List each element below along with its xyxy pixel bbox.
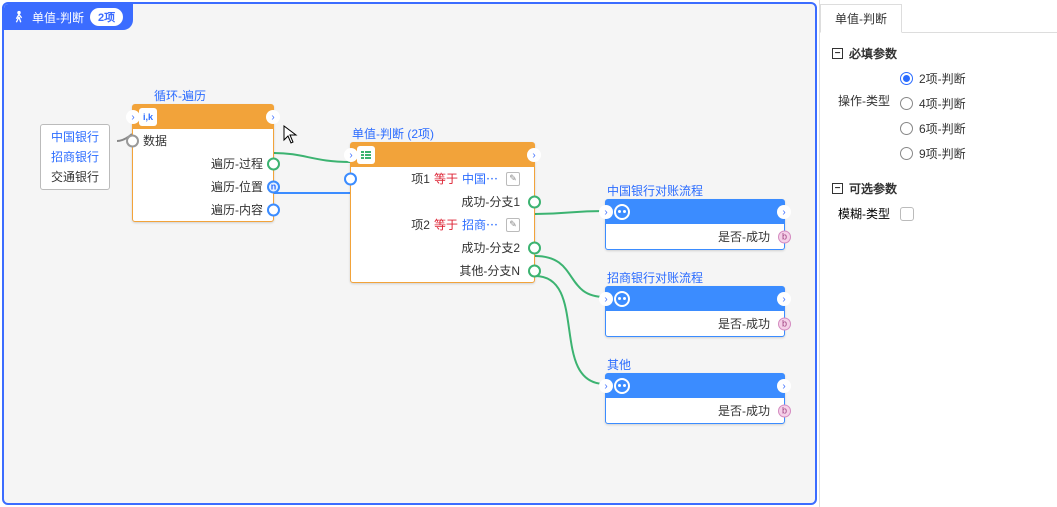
radio-dot-icon [900,122,913,135]
radio-4-items[interactable]: 4项-判断 [900,95,966,112]
value-in-port[interactable] [344,172,357,185]
flow-in-port[interactable]: › [126,110,140,124]
radio-6-items[interactable]: 6项-判断 [900,120,966,137]
group-header-optional[interactable]: − 可选参数 [832,180,1045,197]
flow-out-port[interactable]: › [777,379,791,393]
flow-node-header[interactable]: › › [606,200,784,224]
judge-node-label: 单值-判断 (2项) [352,125,434,142]
panel-tabs: 单值-判断 [820,4,1057,33]
flow-node-header[interactable]: › › [606,287,784,311]
content-out-port[interactable] [267,203,280,216]
list-item[interactable]: 交通银行 [41,167,109,187]
position-out-port[interactable]: n [267,180,280,193]
edit-icon[interactable]: ✎ [506,218,520,232]
loop-position-row: 遍历-位置 n [133,175,273,198]
data-in-port[interactable] [126,134,139,147]
flow-icon [614,204,630,220]
group-header-required[interactable]: − 必填参数 [832,45,1045,62]
judge-icon [357,146,375,164]
fuzzy-checkbox[interactable] [900,207,914,221]
flow-in-port[interactable]: › [599,379,613,393]
flow-in-port[interactable]: › [344,148,358,162]
radio-dot-icon [900,72,913,85]
loop-data-row: 数据 [133,129,273,152]
flow-result-row: 是否-成功 b [606,398,784,423]
loop-icon: i,k [139,108,157,126]
canvas-container[interactable]: 单值-判断 2项 中国银行 招商银行 交通银行 循环-遍历 [2,2,817,505]
loop-node[interactable]: › i,k › 数据 遍历-过程 遍历-位置 n [132,104,274,222]
op-type-label: 操作-类型 [838,70,890,162]
walk-icon [12,10,26,24]
radio-2-items[interactable]: 2项-判断 [900,70,966,87]
canvas-badge: 2项 [90,8,123,26]
radio-dot-icon [900,147,913,160]
loop-node-header[interactable]: › i,k › [133,105,273,129]
bool-out-port[interactable]: b [778,404,791,417]
required-params-group: − 必填参数 操作-类型 2项-判断 4项-判断 6项-判断 9项-判断 [820,33,1057,168]
judge-node[interactable]: › › 项1 等于 中国⋯ ✎ 成功-分支1 [350,142,535,283]
process-out-port[interactable] [267,157,280,170]
flow-node[interactable]: › › 是否-成功 b [605,199,785,250]
flow-node-header[interactable]: › › [606,374,784,398]
canvas-header: 单值-判断 2项 [4,4,133,30]
fuzzy-type-row: 模糊-类型 [832,201,1045,222]
flow-node[interactable]: › › 是否-成功 b [605,286,785,337]
flow-icon [614,291,630,307]
fuzzy-type-label: 模糊-类型 [838,205,890,222]
flow-out-port[interactable]: › [777,205,791,219]
judge-branch-row: 其他-分支N [351,259,534,282]
bool-out-port[interactable]: b [778,230,791,243]
loop-content-row: 遍历-内容 [133,198,273,221]
flow-in-port[interactable]: › [599,292,613,306]
flow-in-port[interactable]: › [599,205,613,219]
radio-9-items[interactable]: 9项-判断 [900,145,966,162]
canvas-title: 单值-判断 [32,9,84,26]
flow-node-label: 其他 [607,356,631,373]
flow-node[interactable]: › › 是否-成功 b [605,373,785,424]
judge-branch-row: 成功-分支1 [351,190,534,213]
edit-icon[interactable]: ✎ [506,172,520,186]
flow-result-row: 是否-成功 b [606,224,784,249]
branch-out-port[interactable] [528,195,541,208]
flow-icon [614,378,630,394]
flow-out-port[interactable]: › [266,110,280,124]
bank-list[interactable]: 中国银行 招商银行 交通银行 [40,124,110,190]
flow-node-label: 中国银行对账流程 [607,182,703,199]
branch-out-port[interactable] [528,241,541,254]
op-type-radios: 2项-判断 4项-判断 6项-判断 9项-判断 [900,70,966,162]
judge-branch-row: 成功-分支2 [351,236,534,259]
tab-judge[interactable]: 单值-判断 [820,4,902,33]
canvas[interactable]: 中国银行 招商银行 交通银行 循环-遍历 › i,k › 数据 [4,4,815,503]
list-item[interactable]: 招商银行 [41,147,109,167]
radio-dot-icon [900,97,913,110]
judge-item-row: 项2 等于 招商⋯ ✎ [351,213,534,236]
branch-out-port[interactable] [528,264,541,277]
flow-out-port[interactable]: › [777,292,791,306]
optional-params-group: − 可选参数 模糊-类型 [820,168,1057,226]
loop-node-label: 循环-遍历 [154,87,206,104]
flow-result-row: 是否-成功 b [606,311,784,336]
list-item[interactable]: 中国银行 [41,127,109,147]
flow-node-label: 招商银行对账流程 [607,269,703,286]
properties-panel: 单值-判断 − 必填参数 操作-类型 2项-判断 4项-判断 6项-判断 9项-… [819,0,1057,507]
loop-process-row: 遍历-过程 [133,152,273,175]
judge-node-header[interactable]: › › [351,143,534,167]
judge-item-row: 项1 等于 中国⋯ ✎ [351,167,534,190]
bool-out-port[interactable]: b [778,317,791,330]
collapse-icon[interactable]: − [832,183,843,194]
collapse-icon[interactable]: − [832,48,843,59]
app-root: 单值-判断 2项 中国银行 招商银行 交通银行 循环-遍历 [0,0,1057,507]
cursor-icon [283,125,299,145]
flow-out-port[interactable]: › [527,148,541,162]
op-type-block: 操作-类型 2项-判断 4项-判断 6项-判断 9项-判断 [832,66,1045,164]
